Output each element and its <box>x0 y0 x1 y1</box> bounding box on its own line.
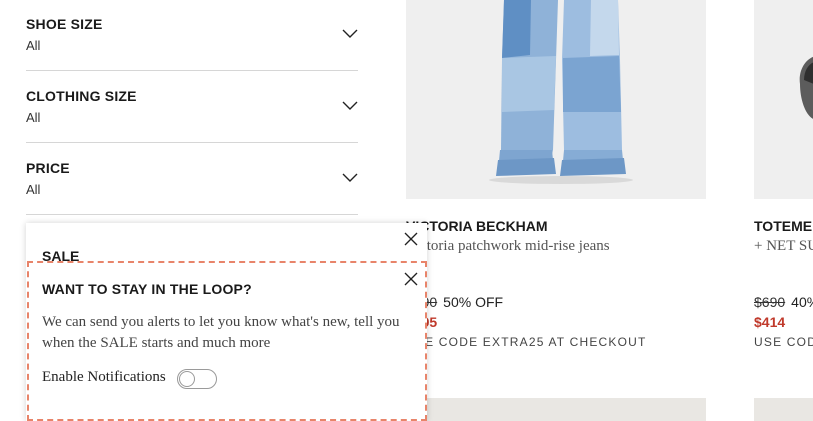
filter-value: All <box>26 110 41 125</box>
notifications-toggle[interactable] <box>177 369 217 389</box>
filter-sidebar: SHOE SIZE All CLOTHING SIZE All PRICE Al… <box>26 0 358 215</box>
product-listing-page: SHOE SIZE All CLOTHING SIZE All PRICE Al… <box>0 0 813 421</box>
price-row: $690 40% OFF <box>754 294 813 310</box>
filter-shoe-size[interactable]: SHOE SIZE All <box>26 0 358 71</box>
next-product-image[interactable] <box>754 398 813 421</box>
chevron-down-icon[interactable] <box>342 173 358 183</box>
product-name[interactable]: + NET SUSTAIN <box>754 238 813 255</box>
discount-label: 50% OFF <box>443 294 504 310</box>
bag-image <box>754 0 813 199</box>
popup-title: WANT TO STAY IN THE LOOP? <box>42 281 252 297</box>
product-name[interactable]: Victoria patchwork mid-rise jeans <box>406 238 610 255</box>
filter-title: SHOE SIZE <box>26 16 103 32</box>
product-image[interactable] <box>406 0 706 199</box>
next-product-image[interactable] <box>406 398 706 421</box>
filter-title: PRICE <box>26 160 70 176</box>
enable-notifications-label: Enable Notifications <box>42 369 166 385</box>
product-brand[interactable]: TOTEME <box>754 218 812 234</box>
chevron-down-icon[interactable] <box>342 101 358 111</box>
notification-popup: WANT TO STAY IN THE LOOP? We can send yo… <box>27 261 427 421</box>
chevron-down-icon[interactable] <box>342 29 358 39</box>
filter-clothing-size[interactable]: CLOTHING SIZE All <box>26 71 358 143</box>
filter-price[interactable]: PRICE All <box>26 143 358 215</box>
filter-title: CLOTHING SIZE <box>26 88 137 104</box>
popup-body: We can send you alerts to let you know w… <box>42 314 400 351</box>
sale-price: $414 <box>754 314 786 330</box>
filter-value: All <box>26 38 41 53</box>
filter-value: All <box>26 182 41 197</box>
product-image[interactable] <box>754 0 813 199</box>
promo-code: USE CODE EXTRA25 AT CHECKOUT <box>754 335 813 349</box>
toggle-knob <box>179 371 195 387</box>
promo-code: USE CODE EXTRA25 AT CHECKOUT <box>406 335 647 349</box>
product-brand[interactable]: VICTORIA BECKHAM <box>406 218 548 234</box>
close-icon[interactable] <box>404 272 418 286</box>
close-icon[interactable] <box>404 232 418 246</box>
original-price: $690 <box>754 294 786 310</box>
discount-label: 40% OFF <box>791 294 813 310</box>
jeans-image <box>406 0 706 199</box>
